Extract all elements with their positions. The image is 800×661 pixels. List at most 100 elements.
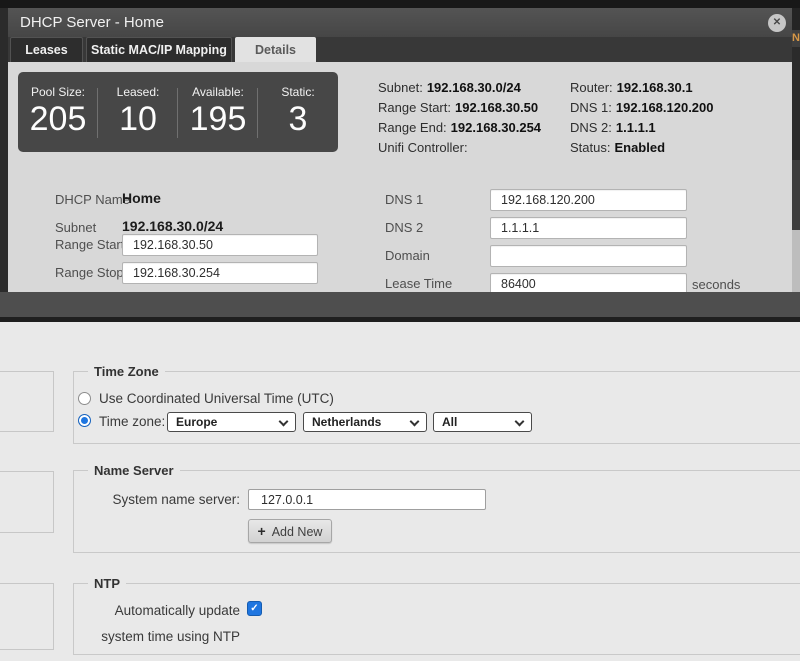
dns1-label: DNS 1 [385, 192, 424, 207]
edge-partial-text: N [792, 30, 800, 47]
stat-label: Leased: [116, 85, 160, 99]
info-dns2: DNS 2: 1.1.1.1 [570, 118, 714, 138]
dns2-label: DNS 2 [385, 220, 424, 235]
info-value: 192.168.30.254 [450, 120, 542, 135]
system-name-server-label: System name server: [112, 492, 240, 507]
info-label: Range Start: [378, 100, 451, 115]
info-label: Range End: [378, 120, 447, 135]
info-unifi-controller: Unifi Controller: [378, 138, 541, 158]
stat-label: Static: [281, 85, 315, 99]
left-edge-strip [0, 8, 8, 292]
name-server-group: Name Server System name server: + Add New [73, 463, 800, 553]
domain-input[interactable] [490, 245, 687, 267]
range-start-input[interactable] [122, 234, 318, 256]
timezone-city-select[interactable]: All [433, 412, 532, 432]
overlay-band [0, 292, 800, 317]
selected-city: All [442, 415, 458, 429]
info-range-start: Range Start: 192.168.30.50 [378, 98, 541, 118]
ntp-legend: NTP [88, 576, 126, 591]
add-new-button[interactable]: + Add New [248, 519, 332, 543]
stat-value: 195 [189, 100, 247, 138]
subnet-value: 192.168.30.0/24 [122, 218, 224, 234]
time-zone-group: Time Zone Use Coordinated Universal Time… [73, 364, 800, 444]
dhcp-name-value: Home [122, 190, 161, 206]
info-label: Status: [570, 140, 611, 155]
tab-leases[interactable]: Leases [10, 37, 83, 62]
info-range-end: Range End: 192.168.30.254 [378, 118, 541, 138]
right-edge-strip: N [792, 8, 800, 292]
info-label: Subnet: [378, 80, 423, 95]
stat-available: Available: 195 [178, 72, 258, 152]
system-name-server-input[interactable] [248, 489, 486, 510]
ntp-checkbox[interactable]: ✓ [247, 601, 262, 616]
add-new-button-label: Add New [271, 525, 323, 539]
edge-segment [792, 47, 800, 160]
close-icon[interactable]: ✕ [768, 14, 786, 32]
info-router: Router: 192.168.30.1 [570, 78, 714, 98]
dhcp-name-label: DHCP Name [55, 192, 130, 207]
dhcp-server-dialog: DHCP Server - Home ✕ Leases Static MAC/I… [8, 8, 792, 292]
timezone-radio-label[interactable]: Time zone: [99, 414, 165, 429]
info-value: 192.168.120.200 [615, 100, 714, 115]
range-stop-input[interactable] [122, 262, 318, 284]
screen: N DHCP Server - Home ✕ Leases Static MAC… [0, 0, 800, 661]
lease-time-input[interactable] [490, 273, 687, 292]
separator-line [0, 317, 800, 322]
chevron-down-icon [409, 416, 420, 427]
selected-region: Europe [176, 415, 218, 429]
dhcp-stats-panel: Pool Size: 205 Leased: 10 Available: 195… [18, 72, 338, 152]
dns2-input[interactable] [490, 217, 687, 239]
time-zone-legend: Time Zone [88, 364, 165, 379]
dhcp-info-column-left: Subnet: 192.168.30.0/24 Range Start: 192.1… [378, 78, 541, 158]
info-label: Unifi Controller: [378, 140, 468, 155]
lease-time-label: Lease Time [385, 276, 453, 291]
stat-static: Static: 3 [258, 72, 338, 152]
edge-segment [792, 230, 800, 292]
dhcp-info-column-right: Router: 192.168.30.1 DNS 1: 192.168.120.20… [570, 78, 714, 158]
cutoff-panel [0, 471, 54, 533]
utc-radio[interactable] [78, 392, 91, 405]
chevron-down-icon [514, 416, 525, 427]
info-label: DNS 2: [570, 120, 612, 135]
edge-segment [792, 8, 800, 30]
lease-time-unit: seconds [692, 277, 741, 292]
ntp-label-line1: Automatically update [114, 603, 240, 618]
stat-value: 10 [119, 100, 157, 138]
dialog-tabbar: Leases Static MAC/IP Mapping Details [8, 37, 792, 62]
tab-static-mac-ip-mapping[interactable]: Static MAC/IP Mapping [86, 37, 232, 62]
chevron-down-icon [278, 416, 289, 427]
stat-leased: Leased: 10 [98, 72, 178, 152]
subnet-label: Subnet [55, 220, 97, 235]
info-subnet: Subnet: 192.168.30.0/24 [378, 78, 541, 98]
ntp-label-line2: system time using NTP [101, 629, 240, 644]
stat-label: Pool Size: [30, 85, 86, 99]
timezone-region-select[interactable]: Europe [167, 412, 296, 432]
dialog-titlebar: DHCP Server - Home ✕ [8, 8, 792, 37]
top-edge-strip [0, 0, 800, 8]
timezone-radio[interactable] [78, 414, 91, 427]
cutoff-panel [0, 371, 54, 432]
cutoff-panel [0, 583, 54, 650]
info-value: 192.168.30.0/24 [426, 80, 521, 95]
dns1-input[interactable] [490, 189, 687, 211]
stat-value: 205 [29, 100, 87, 138]
info-value: 192.168.30.1 [616, 80, 693, 95]
info-value: 192.168.30.50 [455, 100, 539, 115]
ntp-group: NTP Automatically update ✓ system time u… [73, 576, 800, 655]
dialog-title: DHCP Server - Home [20, 14, 164, 31]
info-value: Enabled [614, 140, 666, 155]
tab-details[interactable]: Details [235, 37, 316, 62]
timezone-country-select[interactable]: Netherlands [303, 412, 427, 432]
info-label: DNS 1: [570, 100, 612, 115]
info-value: 1.1.1.1 [615, 120, 656, 135]
stat-label: Available: [192, 85, 244, 99]
stat-value: 3 [288, 100, 308, 138]
info-label: Router: [570, 80, 613, 95]
range-start-label: Range Start [55, 237, 125, 252]
utc-radio-label[interactable]: Use Coordinated Universal Time (UTC) [99, 391, 334, 406]
details-tab-panel: Pool Size: 205 Leased: 10 Available: 195… [8, 62, 792, 292]
edge-segment [792, 160, 800, 230]
info-status: Status: Enabled [570, 138, 714, 158]
plus-icon: + [257, 523, 266, 539]
name-server-legend: Name Server [88, 463, 180, 478]
